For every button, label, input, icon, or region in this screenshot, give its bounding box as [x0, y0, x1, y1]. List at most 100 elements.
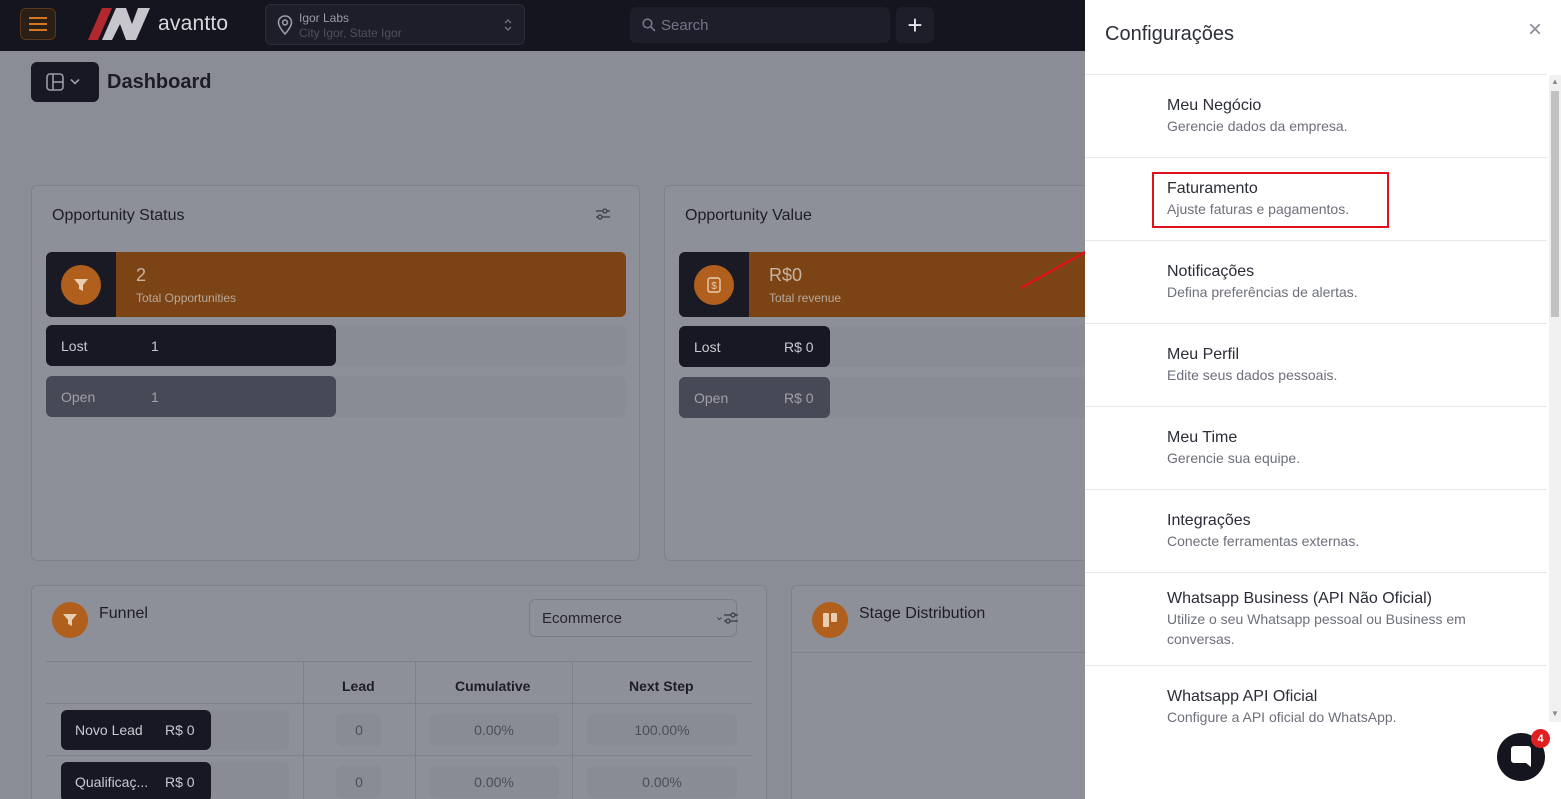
settings-item-desc: Defina preferências de alertas. [1167, 284, 1358, 300]
settings-item-meu-negocio[interactable]: Meu Negócio Gerencie dados da empresa. [1085, 75, 1547, 158]
status-value: 1 [151, 338, 159, 354]
total-opportunities-bar: 2 Total Opportunities [46, 252, 626, 317]
status-label: Lost [61, 338, 88, 354]
column-header-lead: Lead [342, 678, 375, 694]
kanban-icon [812, 602, 848, 638]
icon-box: $ [679, 252, 749, 317]
stage-amount: R$ 0 [165, 722, 195, 738]
stage-pill: Qualificaç... R$ 0 [61, 762, 211, 799]
divider [792, 652, 1112, 653]
search-placeholder: Search [661, 17, 709, 34]
brand-name: avantto [158, 12, 229, 35]
row-divider [46, 755, 752, 756]
settings-item-whatsapp-api-oficial[interactable]: Whatsapp API Oficial Configure a API ofi… [1085, 666, 1547, 736]
search-input[interactable]: Search [630, 7, 890, 43]
panel-scrollbar[interactable]: ▲ ▼ [1549, 75, 1561, 722]
total-revenue-value: R$0 [769, 265, 803, 285]
column-header-next-step: Next Step [629, 678, 694, 694]
funnel-icon [61, 264, 101, 305]
row-divider [46, 703, 752, 704]
status-label: Open [61, 389, 96, 405]
settings-item-desc: Gerencie sua equipe. [1167, 450, 1301, 466]
settings-item-desc: Gerencie dados da empresa. [1167, 118, 1348, 134]
next-step-cell: 0.00% [587, 766, 737, 798]
search-icon [642, 18, 656, 32]
next-step-cell: 100.00% [587, 714, 737, 746]
settings-item-desc: Configure a API oficial do WhatsApp. [1167, 709, 1397, 725]
settings-item-notificacoes[interactable]: Notificações Defina preferências de aler… [1085, 241, 1547, 324]
layout-icon [46, 73, 64, 91]
location-switcher[interactable]: Igor Labs City Igor, State Igor [265, 4, 525, 45]
settings-item-title: Meu Time [1167, 429, 1238, 446]
chat-icon [1511, 746, 1531, 767]
settings-item-title: Meu Perfil [1167, 346, 1240, 363]
location-name: Igor Labs [299, 11, 350, 25]
total-revenue-label: Total revenue [769, 291, 842, 305]
panel-title: Configurações [1105, 23, 1234, 45]
stage-name: Novo Lead [75, 722, 143, 738]
close-icon[interactable]: × [1528, 16, 1542, 44]
logo-mark-icon [88, 8, 150, 40]
settings-item-title: Notificações [1167, 263, 1255, 280]
filter-settings-icon[interactable] [595, 207, 611, 221]
settings-item-title: Whatsapp API Oficial [1167, 688, 1318, 705]
money-icon: $ [694, 264, 734, 305]
settings-item-whatsapp-business[interactable]: Whatsapp Business (API Não Oficial) Util… [1085, 573, 1547, 666]
stage-pill: Novo Lead R$ 0 [61, 710, 211, 750]
hamburger-menu-button[interactable] [20, 8, 56, 40]
filter-settings-icon[interactable] [723, 611, 739, 625]
value-amount: R$ 0 [784, 339, 814, 355]
scroll-down-icon[interactable]: ▼ [1551, 709, 1559, 718]
opportunity-status-card: Opportunity Status 2 Total Opportunities… [31, 185, 640, 561]
chevron-down-icon [70, 78, 80, 85]
scrollbar-thumb[interactable] [1551, 91, 1559, 317]
total-opportunities-label: Total Opportunities [136, 291, 237, 305]
value-label: Open [694, 390, 729, 406]
pipeline-select[interactable]: Ecommerce ⌄ [529, 599, 737, 637]
value-row-open: Open R$ 0 [679, 377, 1099, 418]
funnel-table: Lead Cumulative Next Step Novo Lead R$ 0… [46, 661, 752, 799]
card-title: Funnel [99, 605, 148, 622]
brand-logo[interactable]: avantto [88, 8, 228, 40]
card-title: Opportunity Value [685, 207, 812, 224]
lead-cell: 0 [336, 766, 382, 798]
settings-item-meu-time[interactable]: Meu Time Gerencie sua equipe. [1085, 407, 1547, 490]
settings-item-desc: Conecte ferramentas externas. [1167, 533, 1360, 549]
col-divider [303, 662, 304, 799]
dashboard-main: Dashboard Opportunity Status 2 Total Opp… [0, 51, 1112, 799]
add-button[interactable]: + [896, 7, 934, 43]
chevron-updown-icon [504, 19, 512, 31]
status-bar-fill [46, 325, 336, 366]
page-title: Dashboard [107, 71, 212, 93]
value-row-lost: Lost R$ 0 [679, 326, 1099, 367]
lead-cell: 0 [336, 714, 382, 746]
settings-item-title: Whatsapp Business (API Não Oficial) [1167, 590, 1432, 607]
location-subtitle: City Igor, State Igor [299, 26, 402, 40]
settings-item-integracoes[interactable]: Integrações Conecte ferramentas externas… [1085, 490, 1547, 573]
settings-item-desc: Utilize o seu Whatsapp pessoal ou Busine… [1167, 611, 1466, 647]
funnel-card: Funnel Ecommerce ⌄ Lead Cumulative Next … [31, 585, 767, 799]
stage-name: Qualificaç... [75, 774, 149, 790]
cumulative-cell: 0.00% [429, 714, 559, 746]
plus-icon: + [907, 9, 923, 40]
settings-item-meu-perfil[interactable]: Meu Perfil Edite seus dados pessoais. [1085, 324, 1547, 407]
value-label: Lost [694, 339, 721, 355]
total-opportunities-value: 2 [136, 265, 147, 285]
icon-box [46, 252, 116, 317]
settings-item-title: Integrações [1167, 512, 1251, 529]
settings-panel: Configurações × Meu Negócio Gerencie dad… [1085, 0, 1561, 799]
status-row-open: Open 1 [46, 376, 626, 417]
funnel-icon [52, 602, 88, 638]
svg-text:$: $ [711, 281, 717, 292]
notification-badge: 4 [1531, 729, 1550, 748]
status-value: 1 [151, 389, 159, 405]
scroll-up-icon[interactable]: ▲ [1551, 77, 1559, 86]
column-header-cumulative: Cumulative [455, 678, 531, 694]
col-divider [415, 662, 416, 799]
layout-toggle-button[interactable] [31, 62, 99, 102]
settings-item-desc: Edite seus dados pessoais. [1167, 367, 1338, 383]
settings-item-title: Meu Negócio [1167, 97, 1262, 114]
col-divider [572, 662, 573, 799]
highlight-box [1152, 172, 1389, 228]
stage-distribution-card: Stage Distribution [791, 585, 1112, 799]
